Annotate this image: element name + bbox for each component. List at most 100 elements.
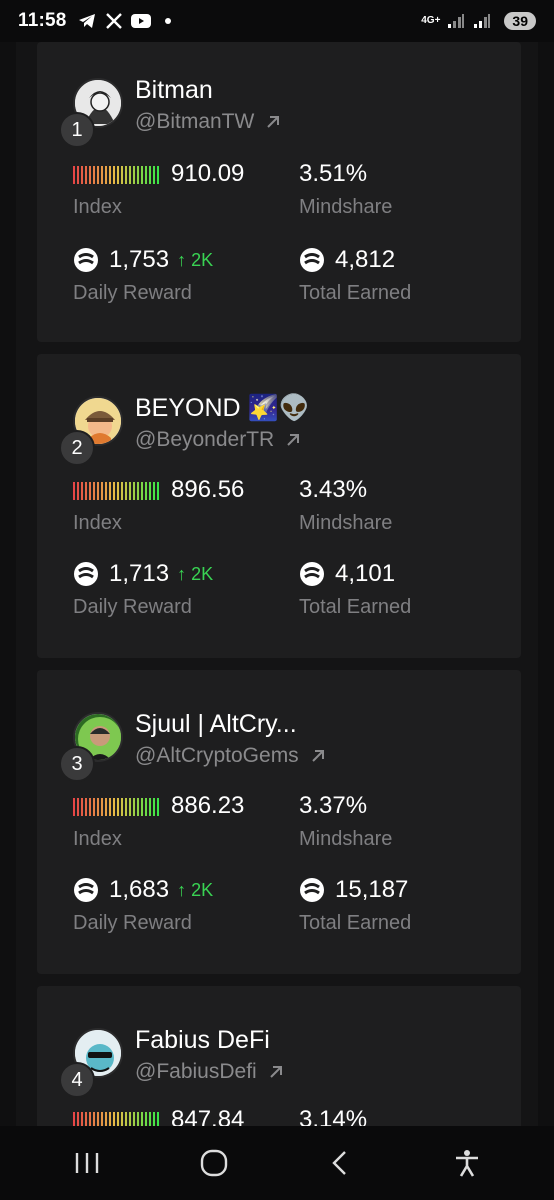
mindshare-stat: 3.14% (299, 1106, 367, 1126)
total-earned-stat: 4,812 Total Earned (299, 246, 411, 305)
signal-icon (446, 11, 466, 31)
meter-tick (141, 166, 143, 184)
recent-apps-button[interactable] (67, 1143, 107, 1183)
coin-icon (74, 562, 98, 586)
accessibility-button[interactable] (447, 1143, 487, 1183)
profile-handle[interactable]: @BitmanTW (135, 110, 254, 134)
meter-tick (89, 798, 91, 816)
meter-tick (109, 798, 111, 816)
arrow-up-right-icon (269, 1066, 282, 1078)
profile-handle-link[interactable]: @BitmanTW (135, 110, 282, 134)
index-label: Index (73, 196, 122, 218)
profile-handle[interactable]: @FabiusDefi (135, 1060, 257, 1084)
mindshare-label: Mindshare (299, 196, 393, 218)
home-icon (200, 1149, 227, 1177)
meter-tick (89, 1112, 91, 1126)
leaderboard-card[interactable]: 3 Sjuul | AltCry... @AltCryptoGems 886.2… (37, 670, 521, 974)
meter-tick (73, 798, 75, 816)
youtube-icon (130, 11, 151, 31)
daily-reward-stat: 1,683 ↑ 2K Daily Reward (73, 876, 213, 935)
meter-tick (105, 798, 107, 816)
coin-icon (300, 248, 324, 272)
meter-tick (77, 482, 79, 500)
meter-tick (157, 166, 159, 184)
meter-tick (85, 166, 87, 184)
meter-tick (129, 1112, 131, 1126)
index-value: 896.56 (171, 476, 245, 503)
mindshare-value: 3.14% (299, 1106, 368, 1126)
mindshare-stat: 3.51% Mindshare (299, 160, 392, 219)
meter-tick (149, 166, 151, 184)
meter-tick (89, 166, 91, 184)
reward-delta-value: 2K (191, 879, 214, 900)
index-value: 886.23 (171, 792, 245, 819)
meter-tick (85, 798, 87, 816)
profile-name[interactable]: Fabius DeFi (135, 1026, 270, 1055)
leaderboard-card[interactable]: 4 Fabius DeFi @FabiusDefi 847.84 3.14% (37, 986, 521, 1126)
profile-name[interactable]: BEYOND 🌠👽 (135, 394, 310, 423)
daily-reward-label: Daily Reward (73, 282, 192, 304)
meter-tick (97, 482, 99, 500)
meter-tick (153, 166, 155, 184)
reward-delta: ↑ 2K (177, 879, 214, 900)
reward-delta-value: 2K (191, 249, 214, 270)
total-earned-stat: 15,187 Total Earned (299, 876, 411, 935)
meter-tick (77, 798, 79, 816)
index-value: 847.84 (171, 1106, 245, 1126)
accessibility-icon (455, 1150, 478, 1177)
mindshare-value: 3.37% (299, 792, 368, 819)
meter-tick (121, 482, 123, 500)
meter-tick (117, 482, 119, 500)
meter-tick (121, 166, 123, 184)
meter-tick (85, 1112, 87, 1126)
meter-tick (113, 166, 115, 184)
meter-tick (109, 1112, 111, 1126)
profile-name[interactable]: Sjuul | AltCry... (135, 710, 297, 739)
index-value: 910.09 (171, 160, 245, 187)
profile-handle[interactable]: @BeyonderTR (135, 428, 274, 452)
leaderboard-card[interactable]: 1 Bitman @BitmanTW 910.09 Index 3.51% Mi… (37, 42, 521, 342)
meter-tick (125, 166, 127, 184)
meter-tick (137, 166, 139, 184)
daily-reward-label: Daily Reward (73, 596, 192, 618)
back-button[interactable] (320, 1143, 360, 1183)
meter-tick (117, 1112, 119, 1126)
reward-delta-value: 2K (191, 563, 214, 584)
index-meter (73, 480, 159, 500)
index-meter (73, 796, 159, 816)
mindshare-label: Mindshare (299, 828, 393, 850)
meter-tick (137, 482, 139, 500)
notification-icons (77, 11, 178, 31)
meter-tick (145, 166, 147, 184)
reward-delta: ↑ 2K (177, 563, 214, 584)
home-button[interactable] (194, 1143, 234, 1183)
meter-tick (133, 798, 135, 816)
profile-name[interactable]: Bitman (135, 76, 213, 105)
meter-tick (157, 1112, 159, 1126)
signal-icon-2 (472, 11, 492, 31)
meter-tick (141, 798, 143, 816)
arrow-up-right-icon (287, 434, 300, 446)
meter-tick (121, 798, 123, 816)
leaderboard-card[interactable]: 2 BEYOND 🌠👽 @BeyonderTR 896.56 Index 3.4… (37, 354, 521, 658)
profile-handle-link[interactable]: @AltCryptoGems (135, 744, 327, 768)
meter-tick (157, 482, 159, 500)
rank-badge: 1 (59, 112, 95, 148)
profile-handle[interactable]: @AltCryptoGems (135, 744, 299, 768)
meter-tick (97, 166, 99, 184)
meter-tick (141, 1112, 143, 1126)
meter-tick (125, 482, 127, 500)
total-earned-value: 15,187 (335, 876, 409, 903)
meter-tick (73, 166, 75, 184)
meter-tick (113, 482, 115, 500)
meter-tick (101, 1112, 103, 1126)
leaderboard-feed[interactable]: 1 Bitman @BitmanTW 910.09 Index 3.51% Mi… (16, 42, 538, 1126)
reward-delta: ↑ 2K (177, 249, 214, 270)
daily-reward-stat: 1,713 ↑ 2K Daily Reward (73, 560, 213, 619)
profile-handle-link[interactable]: @BeyonderTR (135, 428, 302, 452)
index-meter (73, 1110, 159, 1126)
profile-handle-link[interactable]: @FabiusDefi (135, 1060, 285, 1084)
meter-tick (85, 482, 87, 500)
meter-tick (117, 798, 119, 816)
meter-tick (133, 166, 135, 184)
